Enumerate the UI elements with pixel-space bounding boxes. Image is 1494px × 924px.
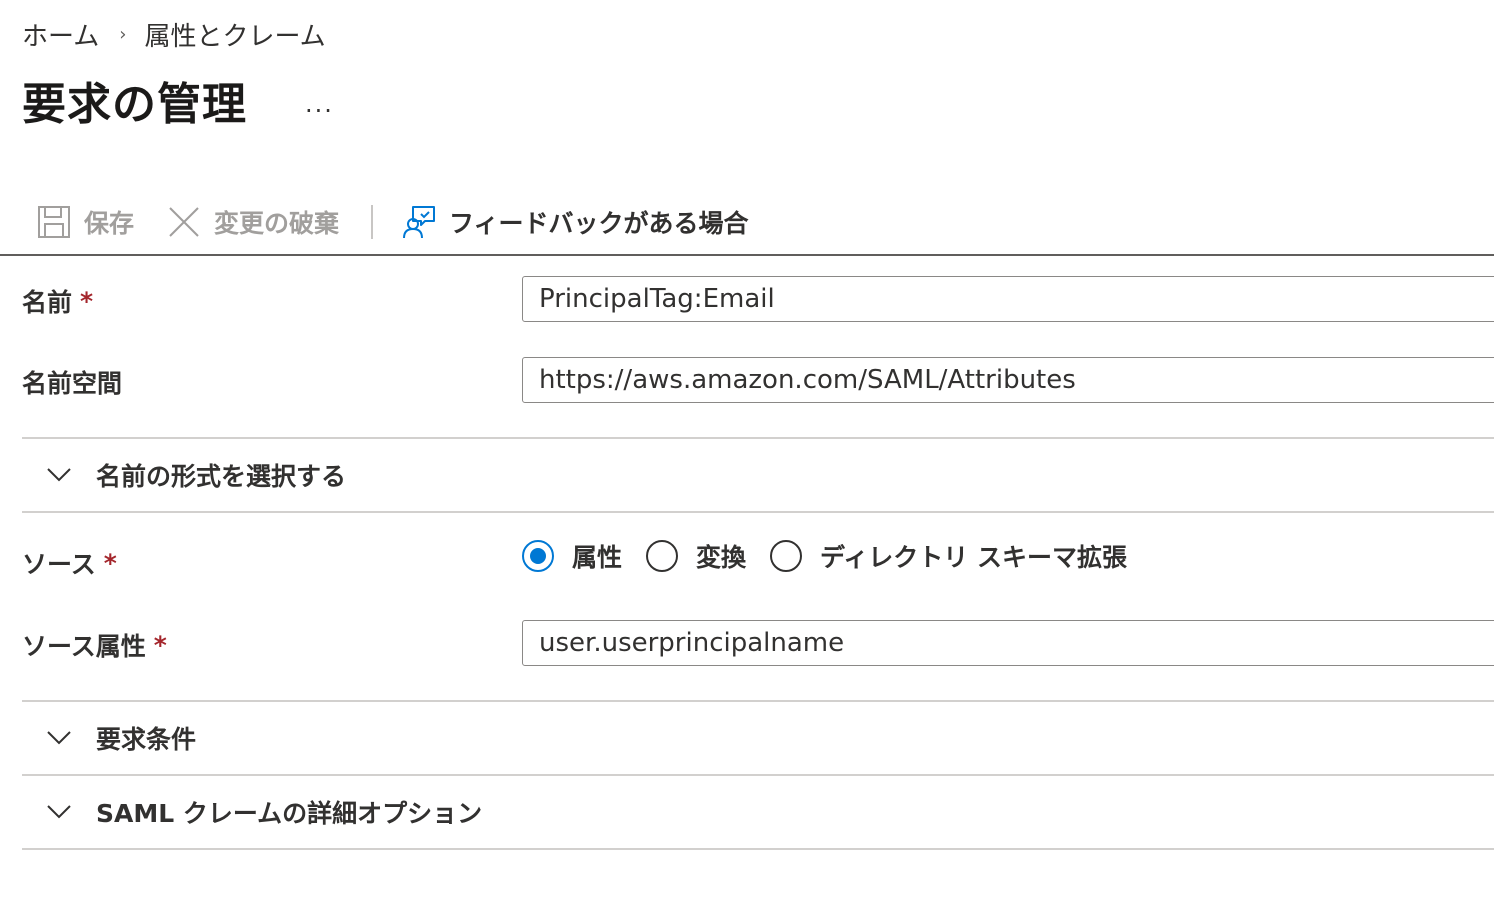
source-attribute-label-text: ソース属性 [22,632,146,661]
namespace-label: 名前空間 [22,361,122,403]
radio-unchecked-icon [770,540,803,572]
source-label-text: ソース [22,550,96,579]
chevron-down-icon [44,460,74,490]
required-marker: * [103,548,117,578]
divider [22,848,1494,850]
save-icon [36,204,72,240]
required-marker: * [153,630,167,660]
name-label-text: 名前 [22,288,73,317]
source-radio-group: 属性 変換 ディレクトリ スキーマ拡張 [522,536,1151,576]
claim-conditions-section-toggle[interactable]: 要求条件 [22,702,1494,774]
command-bar: 保存 変更の破棄 フィードバックがある場合 [0,190,1494,256]
source-option-attribute[interactable]: 属性 [522,538,622,574]
breadcrumb-home[interactable]: ホーム [22,16,99,53]
source-attribute-input[interactable] [522,620,1494,666]
namespace-label-text: 名前空間 [22,369,123,398]
feedback-label: フィードバックがある場合 [449,209,749,238]
radio-label: 属性 [572,543,623,572]
radio-label: ディレクトリ スキーマ拡張 [820,543,1127,572]
source-label: ソース * [22,542,117,584]
close-icon [166,204,202,240]
save-button[interactable]: 保存 [36,194,134,250]
discard-changes-label: 変更の破棄 [214,209,340,238]
source-option-transform[interactable]: 変換 [646,538,746,574]
feedback-button[interactable]: フィードバックがある場合 [401,194,749,250]
toolbar-divider [371,205,374,239]
required-marker: * [80,286,94,316]
title-row: 要求の管理 ... [22,68,342,132]
feedback-icon [401,204,437,240]
discard-changes-button[interactable]: 変更の破棄 [166,194,339,250]
breadcrumb-separator: › [119,23,127,45]
chevron-down-icon [44,723,74,753]
radio-unchecked-icon [646,540,679,572]
source-attribute-label: ソース属性 * [22,624,167,666]
page-title: 要求の管理 [22,79,247,130]
name-label: 名前 * [22,280,93,322]
saml-advanced-options-section-label: SAML クレームの詳細オプション [96,799,483,828]
namespace-input[interactable] [522,357,1494,403]
breadcrumb-attributes-claims[interactable]: 属性とクレーム [144,16,325,53]
save-button-label: 保存 [84,209,135,238]
breadcrumb: ホーム › 属性とクレーム [22,14,326,54]
claim-conditions-section-label: 要求条件 [96,725,197,754]
name-input[interactable] [522,276,1494,322]
source-option-directory-schema-extension[interactable]: ディレクトリ スキーマ拡張 [770,538,1127,574]
name-format-section-toggle[interactable]: 名前の形式を選択する [22,439,1494,511]
name-format-section-label: 名前の形式を選択する [96,462,347,491]
saml-advanced-options-section-toggle[interactable]: SAML クレームの詳細オプション [22,776,1494,848]
chevron-down-icon [44,797,74,827]
divider [22,511,1494,513]
more-options-button[interactable]: ... [297,86,342,122]
radio-label: 変換 [696,543,747,572]
radio-checked-icon [522,540,554,572]
